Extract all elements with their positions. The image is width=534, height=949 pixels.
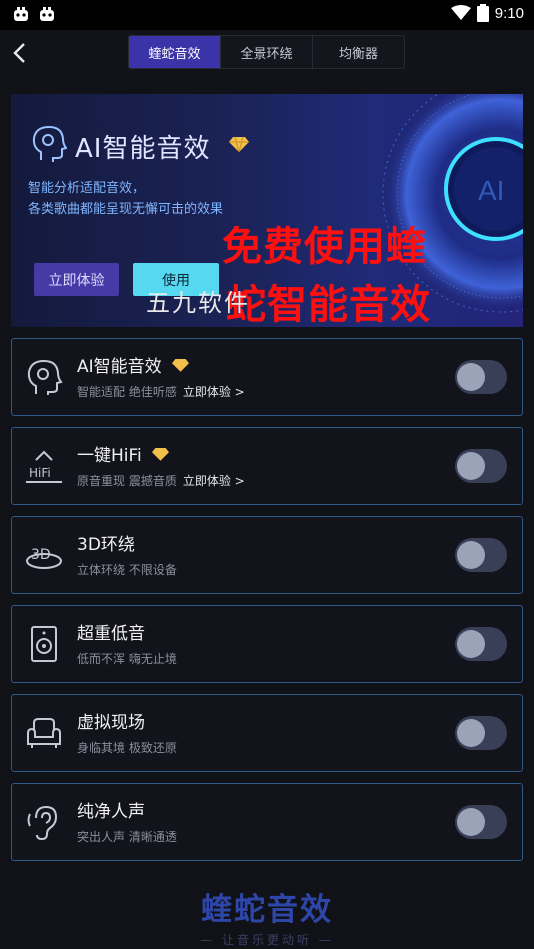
footer-logo: 蝰蛇音效 — [201, 892, 333, 928]
effect-subtitle: 原音重现 震撼音质 — [77, 474, 177, 488]
premium-diamond-icon — [171, 358, 189, 372]
premium-diamond-icon — [151, 447, 169, 461]
toggle-knob — [457, 719, 485, 747]
game-notification-icon — [14, 7, 28, 21]
effect-subtitle: 智能适配 绝佳听感 — [77, 385, 177, 399]
tab-panoramic-surround[interactable]: 全景环绕 — [221, 36, 313, 68]
effect-title: 一键HiFi — [77, 446, 142, 466]
ear-icon — [27, 805, 58, 841]
toggle-knob — [457, 541, 485, 569]
effect-toggle[interactable] — [455, 449, 507, 483]
effect-card-ai[interactable]: AI智能音效 智能适配 绝佳听感 立即体验 > — [11, 338, 523, 416]
banner-description: 智能分析适配音效， 各类歌曲都能呈现无懈可击的效果 — [28, 181, 224, 217]
effect-subtitle: 立体环绕 不限设备 — [77, 563, 177, 577]
svg-text:HiFi: HiFi — [29, 466, 51, 480]
effect-subtitle: 身临其境 极致还原 — [77, 741, 177, 755]
effect-toggle[interactable] — [455, 360, 507, 394]
effect-card-3d[interactable]: 3D 3D环绕 立体环绕 不限设备 — [11, 516, 523, 594]
wifi-icon — [450, 5, 471, 20]
back-arrow-icon[interactable] — [6, 38, 34, 68]
ai-orb-label: AI — [478, 175, 504, 206]
hifi-icon: HiFi — [26, 450, 62, 483]
effect-title: 纯净人声 — [77, 802, 145, 822]
try-now-link[interactable]: 立即体验 > — [183, 383, 245, 400]
toggle-knob — [457, 630, 485, 658]
premium-diamond-icon — [229, 136, 249, 152]
effect-title: 超重低音 — [77, 624, 145, 644]
toggle-knob — [457, 363, 485, 391]
toggle-knob — [457, 452, 485, 480]
banner-title: AI智能音效 — [75, 134, 211, 164]
try-now-link[interactable]: 立即体验 > — [183, 472, 245, 489]
effect-title: 虚拟现场 — [77, 713, 145, 733]
effect-toggle[interactable] — [455, 627, 507, 661]
tab-equalizer[interactable]: 均衡器 — [313, 36, 404, 68]
effect-title: AI智能音效 — [77, 357, 162, 377]
ai-head-icon — [27, 359, 63, 395]
effect-title: 3D环绕 — [77, 535, 135, 555]
battery-icon — [476, 4, 489, 22]
tab-bar: 蝰蛇音效 全景环绕 均衡器 — [128, 35, 405, 69]
effect-toggle[interactable] — [455, 538, 507, 572]
toggle-knob — [457, 808, 485, 836]
status-bar: 9:10 — [0, 0, 534, 30]
tab-viper-effects[interactable]: 蝰蛇音效 — [129, 36, 221, 68]
footer-slogan: — 让音乐更动听 — — [200, 933, 334, 947]
sofa-icon — [27, 718, 61, 748]
watermark: 五九软件 — [146, 289, 250, 317]
effect-card-bass[interactable]: 超重低音 低而不浑 嗨无止境 — [11, 605, 523, 683]
status-time: 9:10 — [494, 4, 524, 22]
ai-head-icon — [32, 125, 67, 162]
try-now-button[interactable]: 立即体验 — [34, 263, 119, 296]
effect-subtitle: 突出人声 清晰通透 — [77, 830, 177, 844]
promo-overlay-text: 免费使用蝰 蛇智能音效 — [222, 224, 431, 328]
effect-card-virtual-live[interactable]: 虚拟现场 身临其境 极致还原 — [11, 694, 523, 772]
effect-card-pure-vocal[interactable]: 纯净人声 突出人声 清晰通透 — [11, 783, 523, 861]
3d-surround-icon: 3D — [26, 547, 62, 569]
header: 蝰蛇音效 全景环绕 均衡器 — [0, 30, 534, 78]
effect-toggle[interactable] — [455, 805, 507, 839]
speaker-icon — [31, 626, 57, 662]
effect-subtitle: 低而不浑 嗨无止境 — [77, 652, 177, 666]
effect-toggle[interactable] — [455, 716, 507, 750]
effect-card-hifi[interactable]: HiFi 一键HiFi 原音重现 震撼音质 立即体验 > — [11, 427, 523, 505]
game-notification-icon — [40, 7, 54, 21]
